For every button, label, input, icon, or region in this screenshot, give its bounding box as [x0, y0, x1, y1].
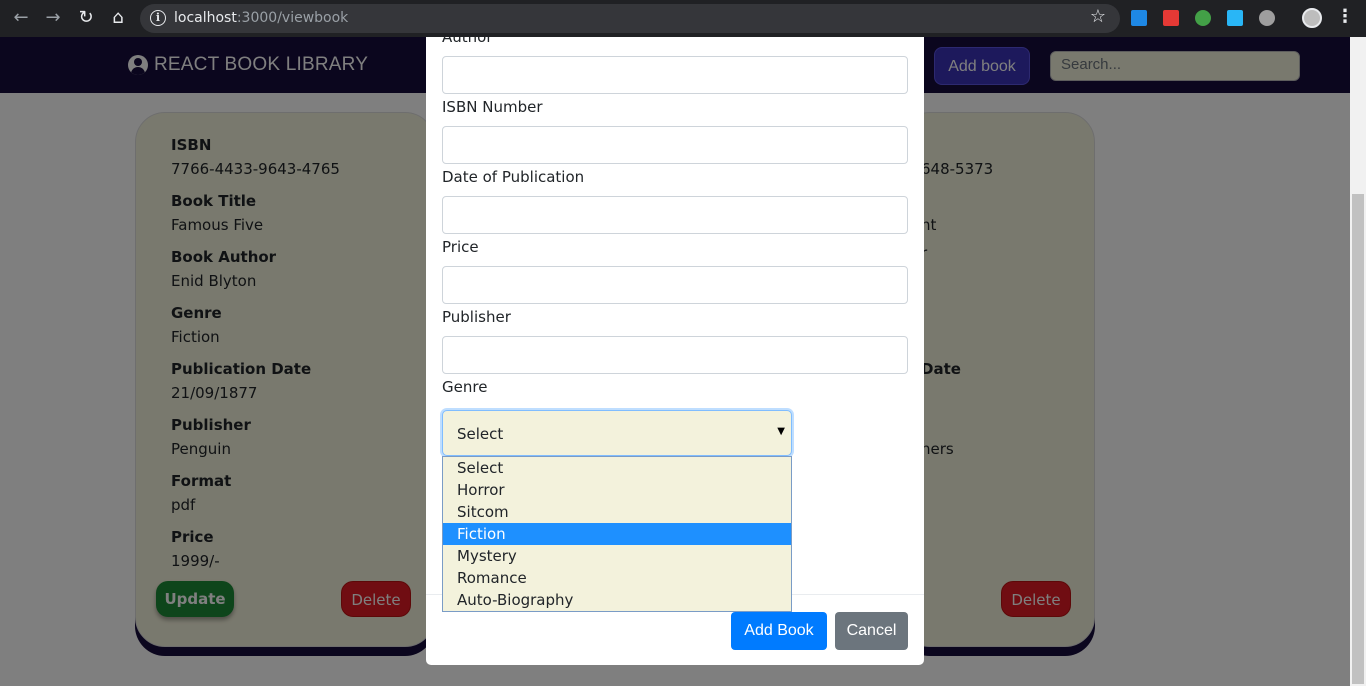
genre-field-label: Genre	[442, 378, 488, 396]
author-input[interactable]	[442, 56, 908, 94]
home-icon[interactable]: ⌂	[107, 7, 129, 29]
caret-down-icon: ▼	[777, 426, 785, 437]
extension-pdf-icon[interactable]	[1163, 10, 1179, 26]
more-menu-icon[interactable]: ⋮	[1336, 6, 1354, 27]
genre-select-value: Select	[457, 425, 504, 443]
extension-s-icon[interactable]	[1131, 10, 1147, 26]
star-icon[interactable]: ☆	[1090, 6, 1106, 27]
browser-toolbar: ← → ↻ ⌂ i localhost:3000/viewbook ☆ ⋮	[0, 0, 1366, 37]
extension-circle-icon[interactable]	[1259, 10, 1275, 26]
extension-color-icon[interactable]	[1195, 10, 1211, 26]
genre-option[interactable]: Select	[443, 457, 791, 479]
date-field-label: Date of Publication	[442, 168, 585, 186]
isbn-field-label: ISBN Number	[442, 98, 543, 116]
profile-avatar-icon[interactable]	[1302, 8, 1322, 28]
genre-option-highlighted[interactable]: Fiction	[443, 523, 791, 545]
publisher-field-label: Publisher	[442, 308, 511, 326]
info-icon[interactable]: i	[150, 10, 166, 26]
scrollbar-thumb[interactable]	[1352, 194, 1364, 684]
isbn-input[interactable]	[442, 126, 908, 164]
forward-icon[interactable]: →	[42, 7, 64, 29]
publisher-input[interactable]	[442, 336, 908, 374]
address-bar[interactable]: i localhost:3000/viewbook ☆	[140, 4, 1120, 33]
extension-windows-icon[interactable]	[1227, 10, 1243, 26]
genre-option[interactable]: Auto-Biography	[443, 589, 791, 611]
url-text[interactable]: localhost:3000/viewbook	[174, 10, 348, 26]
url-path: :3000/viewbook	[236, 10, 349, 26]
genre-option[interactable]: Horror	[443, 479, 791, 501]
price-field-label: Price	[442, 238, 479, 256]
genre-option[interactable]: Romance	[443, 567, 791, 589]
price-input[interactable]	[442, 266, 908, 304]
cancel-button[interactable]: Cancel	[835, 612, 908, 650]
page: REACT BOOK LIBRARY : Add book Search... …	[0, 37, 1366, 686]
reload-icon[interactable]: ↻	[75, 7, 97, 29]
genre-select[interactable]: Select ▼	[442, 410, 792, 456]
genre-option[interactable]: Sitcom	[443, 501, 791, 523]
genre-dropdown-list: Select Horror Sitcom Fiction Mystery Rom…	[442, 456, 792, 612]
genre-option[interactable]: Mystery	[443, 545, 791, 567]
add-book-submit-button[interactable]: Add Book	[731, 612, 827, 650]
author-field-label: Author	[442, 37, 493, 46]
url-host: localhost	[174, 10, 237, 26]
back-icon[interactable]: ←	[10, 7, 32, 29]
publication-date-input[interactable]	[442, 196, 908, 234]
